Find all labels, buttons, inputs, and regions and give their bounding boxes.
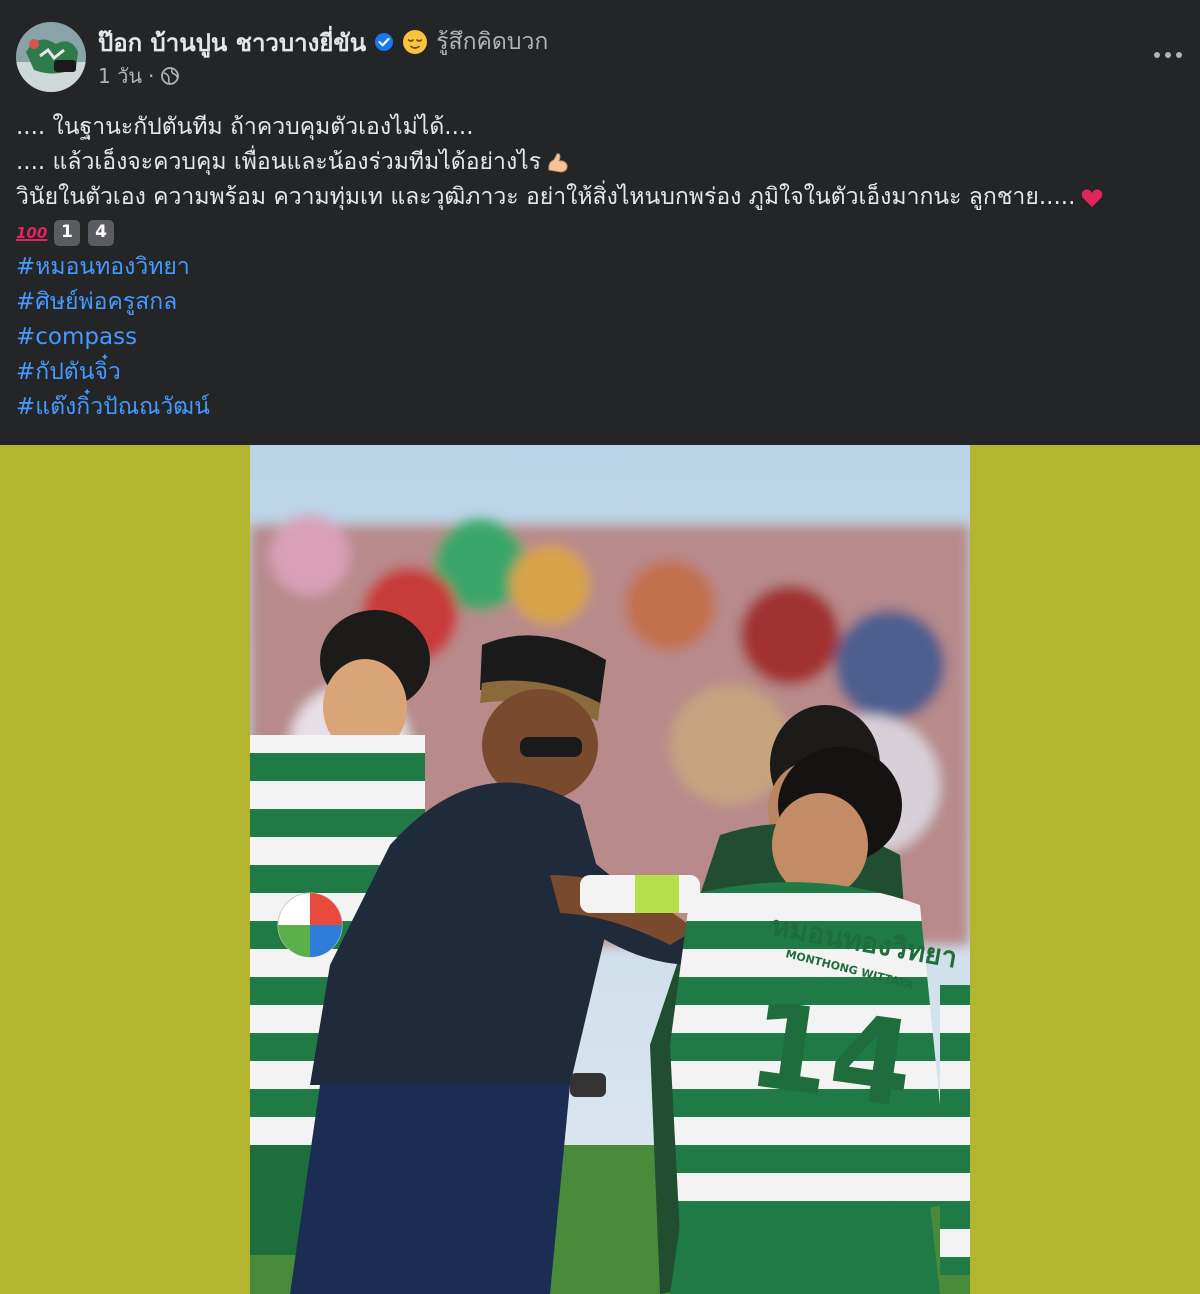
post-time[interactable]: 1 วัน bbox=[98, 60, 142, 92]
hashtag-1[interactable]: #หมอนทองวิทยา bbox=[16, 250, 1186, 285]
hashtag-2[interactable]: #ศิษย์พ่อครูสกล bbox=[16, 285, 1186, 320]
hundred-points-icon: 100 bbox=[16, 223, 48, 242]
meta-separator: · bbox=[147, 64, 155, 88]
post-line-2: .... แล้วเอ็งจะควบคุม เพื่อนและน้องร่วมท… bbox=[16, 149, 542, 175]
hashtag-3[interactable]: #compass bbox=[16, 320, 1186, 355]
hashtag-4[interactable]: #กัปตันจิ๋ว bbox=[16, 355, 1186, 390]
post-text-line: .... ในฐานะกัปตันทีม ถ้าควบคุมตัวเองไม่ไ… bbox=[16, 110, 1186, 145]
author-name[interactable]: ป๊อก บ้านปูน ชาวบางยี่ขัน bbox=[98, 23, 366, 62]
more-options-button[interactable] bbox=[1150, 40, 1186, 70]
author-avatar[interactable] bbox=[16, 22, 86, 92]
feeling-text: รู้สึกคิดบวก bbox=[436, 29, 549, 55]
post-photo[interactable]: หมอนทองวิทยา MONTHONG WITTAYA 14 bbox=[250, 445, 970, 1294]
jersey-number-text: 14 bbox=[740, 975, 922, 1135]
post-media[interactable]: หมอนทองวิทยา MONTHONG WITTAYA 14 bbox=[0, 445, 1200, 1294]
post-text-line: วินัยในตัวเอง ความพร้อม ความทุ่มเท และวุ… bbox=[16, 180, 1186, 215]
football-photo: หมอนทองวิทยา MONTHONG WITTAYA 14 bbox=[250, 445, 970, 1294]
red-heart-icon bbox=[1082, 188, 1103, 207]
post-line-3: วินัยในตัวเอง ความพร้อม ความทุ่มเท และวุ… bbox=[16, 184, 1076, 210]
right-edge-player bbox=[940, 985, 970, 1275]
post-line-1: .... ในฐานะกัปตันทีม ถ้าควบคุมตัวเองไม่ไ… bbox=[16, 114, 474, 140]
hashtag-5[interactable]: #แต๊งกิ๋วปัณณวัฒน์ bbox=[16, 390, 1186, 425]
verified-badge-icon bbox=[375, 33, 394, 51]
post-body: .... ในฐานะกัปตันทีม ถ้าควบคุมตัวเองไม่ไ… bbox=[16, 110, 1186, 425]
globe-icon[interactable] bbox=[160, 66, 180, 86]
post-text-line: .... แล้วเอ็งจะควบคุม เพื่อนและน้องร่วมท… bbox=[16, 145, 1186, 180]
more-options-icon bbox=[1154, 52, 1182, 58]
author-line: ป๊อก บ้านปูน ชาวบางยี่ขัน รู้สึกคิดบวก bbox=[98, 26, 548, 58]
post-meta: 1 วัน · bbox=[98, 62, 180, 90]
relieved-face-icon bbox=[403, 30, 428, 54]
flexed-biceps-icon bbox=[548, 152, 568, 173]
emoji-line: 100 1 4 bbox=[16, 215, 1186, 250]
keycap-4-icon: 4 bbox=[88, 219, 114, 246]
keycap-1-icon: 1 bbox=[54, 219, 80, 246]
post-header: ป๊อก บ้านปูน ชาวบางยี่ขัน รู้สึกคิดบวก 1… bbox=[0, 0, 1200, 100]
